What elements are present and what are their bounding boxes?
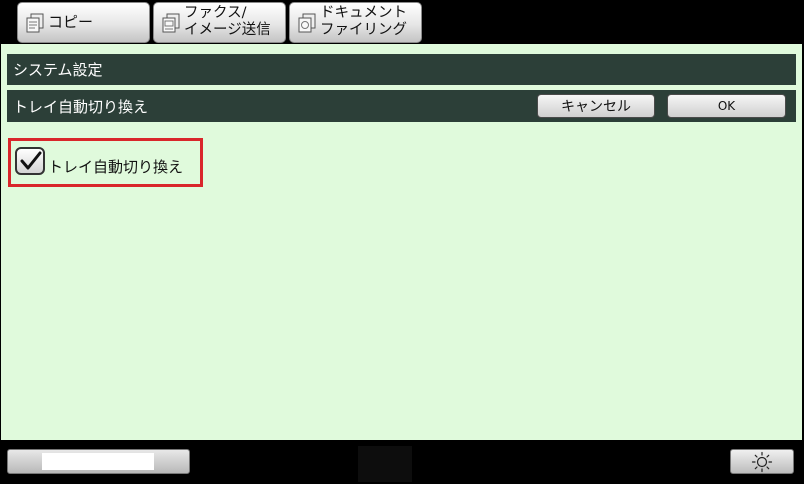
tab-copy[interactable]: コピー — [17, 2, 150, 43]
tab-fax-label: ファクス/ イメージ送信 — [184, 5, 281, 39]
filing-icon — [297, 13, 317, 33]
settings-panel: システム設定 トレイ自動切り換え キャンセル OK トレイ自動切り換え — [1, 44, 802, 440]
brightness-icon — [751, 451, 773, 472]
tab-filing-label-line1: ドキュメント — [320, 5, 407, 21]
tray-auto-switch-label: トレイ自動切り換え — [48, 158, 184, 176]
tab-fax-label-line2: イメージ送信 — [184, 22, 271, 38]
tab-document-filing[interactable]: ドキュメント ファイリング — [289, 2, 422, 43]
job-status-button[interactable] — [7, 449, 190, 474]
tab-fax-label-line1: ファクス/ — [184, 5, 247, 21]
bottom-center-block — [358, 446, 412, 482]
ok-button[interactable]: OK — [667, 94, 786, 118]
subheader-bar: トレイ自動切り換え キャンセル OK — [7, 90, 796, 122]
cancel-button[interactable]: キャンセル — [537, 94, 655, 118]
job-status-display — [42, 453, 154, 470]
tray-auto-switch-option[interactable]: トレイ自動切り換え — [8, 138, 203, 187]
brightness-button[interactable] — [730, 449, 794, 474]
copy-icon — [25, 13, 45, 33]
fax-icon — [161, 13, 181, 33]
tab-filing-label: ドキュメント ファイリング — [320, 5, 417, 39]
header-bar: システム設定 — [7, 54, 796, 85]
tab-filing-label-line2: ファイリング — [320, 22, 407, 38]
tab-copy-label: コピー — [48, 13, 94, 31]
tab-fax-image-send[interactable]: ファクス/ イメージ送信 — [153, 2, 286, 43]
tray-auto-switch-checkbox[interactable] — [15, 147, 45, 175]
page-title: システム設定 — [13, 61, 103, 79]
checkmark-icon — [20, 151, 42, 170]
setting-title: トレイ自動切り換え — [13, 97, 149, 116]
